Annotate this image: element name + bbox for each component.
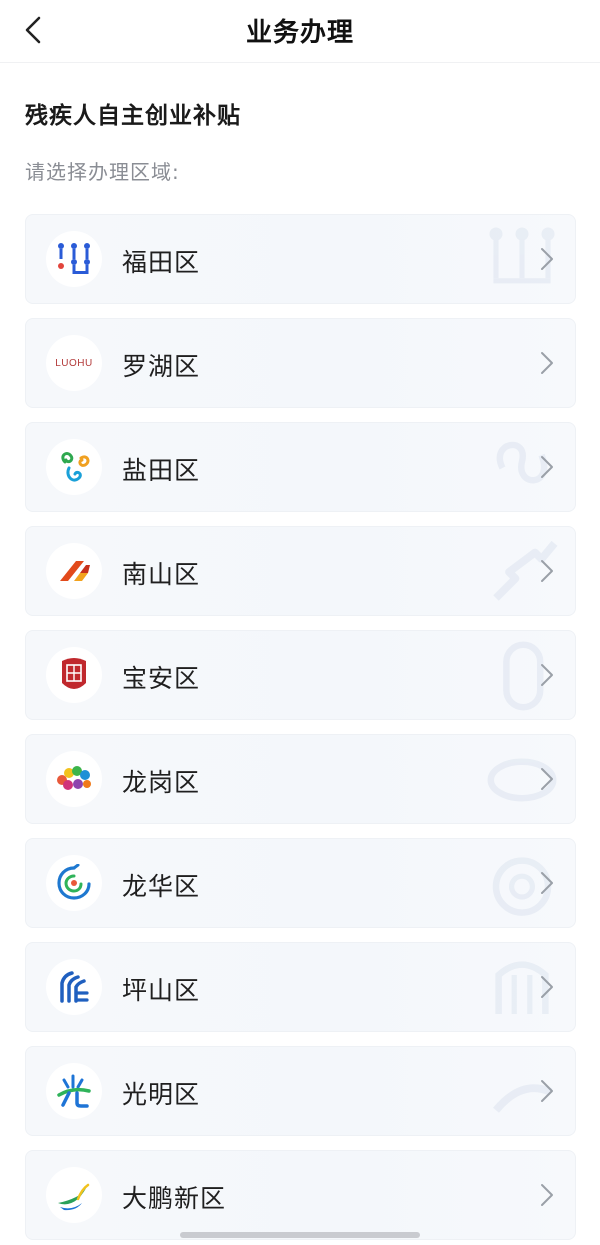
district-item-pingshan[interactable]: 坪山区 [25, 942, 576, 1032]
chevron-right-icon [541, 352, 553, 374]
yantian-logo-icon [46, 439, 102, 495]
service-title: 残疾人自主创业补贴 [25, 103, 241, 129]
navbar: 业务办理 [0, 0, 600, 63]
page: 业务办理 残疾人自主创业补贴 请选择办理区域: 福田区 LUOHU 罗湖区 盐田… [0, 0, 600, 1245]
district-label: 龙岗区 [122, 768, 201, 797]
district-item-futian[interactable]: 福田区 [25, 214, 576, 304]
chevron-right-icon [541, 664, 553, 686]
district-label: 罗湖区 [122, 352, 201, 381]
pingshan-logo-icon [46, 959, 102, 1015]
district-list: 福田区 LUOHU 罗湖区 盐田区 南山区 宝安区 龙岗区 龙华区 坪山区 光明… [25, 214, 576, 1245]
page-title: 业务办理 [245, 18, 354, 48]
futian-logo-icon [46, 231, 102, 287]
chevron-right-icon [541, 976, 553, 998]
longgang-logo-icon [46, 751, 102, 807]
baoan-logo-icon [46, 647, 102, 703]
district-item-nanshan[interactable]: 南山区 [25, 526, 576, 616]
guangming-logo-icon [46, 1063, 102, 1119]
longhua-logo-icon [46, 855, 102, 911]
district-label: 光明区 [122, 1080, 201, 1109]
district-label: 福田区 [122, 248, 201, 277]
district-item-dapeng[interactable]: 大鹏新区 [25, 1150, 576, 1240]
district-item-longgang[interactable]: 龙岗区 [25, 734, 576, 824]
district-item-yantian[interactable]: 盐田区 [25, 422, 576, 512]
district-item-guangming[interactable]: 光明区 [25, 1046, 576, 1136]
district-item-longhua[interactable]: 龙华区 [25, 838, 576, 928]
chevron-right-icon [541, 872, 553, 894]
chevron-right-icon [541, 1080, 553, 1102]
district-label: 大鹏新区 [122, 1184, 227, 1213]
district-item-luohu[interactable]: LUOHU 罗湖区 [25, 318, 576, 408]
select-region-prompt: 请选择办理区域: [25, 160, 180, 184]
district-item-baoan[interactable]: 宝安区 [25, 630, 576, 720]
district-label: 龙华区 [122, 872, 201, 901]
luohu-logo-icon: LUOHU [46, 335, 102, 391]
district-label: 坪山区 [122, 976, 201, 1005]
chevron-right-icon [541, 768, 553, 790]
chevron-right-icon [541, 1184, 553, 1206]
dapeng-logo-icon [46, 1167, 102, 1223]
chevron-right-icon [541, 248, 553, 270]
nanshan-logo-icon [46, 543, 102, 599]
district-label: 南山区 [122, 560, 201, 589]
home-indicator[interactable] [180, 1232, 420, 1238]
district-label: 盐田区 [122, 456, 201, 485]
chevron-right-icon [541, 560, 553, 582]
chevron-right-icon [541, 456, 553, 478]
district-label: 宝安区 [122, 664, 201, 693]
